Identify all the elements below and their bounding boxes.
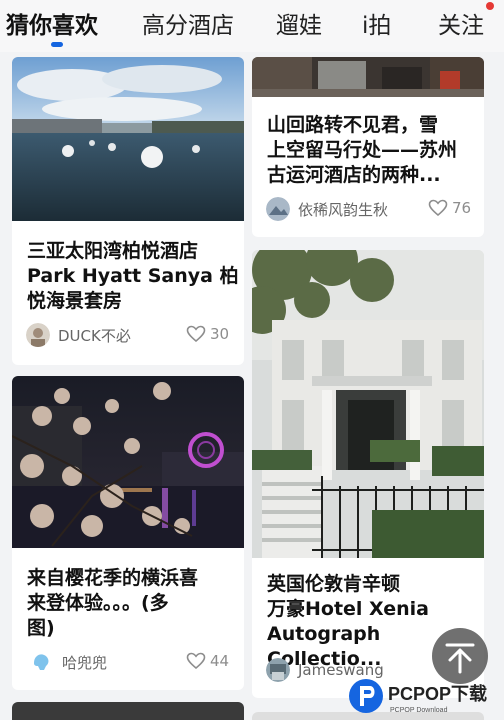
like-count: 44 (210, 652, 230, 670)
post-author[interactable]: 哈兜兜 (30, 650, 107, 674)
post-cover-image (252, 250, 484, 558)
post-cover-image (12, 376, 244, 548)
post-cover-image (252, 57, 484, 97)
heart-icon (186, 325, 206, 343)
watermark-logo: PCPOP下载 PCPOP Download (349, 679, 487, 714)
like-count: 30 (210, 325, 230, 343)
site-watermark: PCPOP下载 PCPOP Download (346, 674, 502, 718)
avatar (266, 197, 290, 221)
author-name: DUCK不必 (58, 326, 131, 345)
like-button[interactable]: 44 (186, 652, 229, 670)
avatar (30, 650, 54, 674)
watermark-brand: PCPOP下载 (388, 683, 487, 704)
tab-i-photo[interactable]: i拍 (362, 6, 391, 40)
post-author[interactable]: 依稀风韵生秋 (266, 197, 388, 221)
post-card[interactable]: 三亚太阳湾柏悦酒店 Park Hyatt Sanya 柏 悦海景套房 DUCK不… (12, 57, 244, 365)
tab-guess-you-like[interactable]: 猜你喜欢 (6, 6, 98, 40)
avatar (266, 658, 290, 682)
notification-dot (486, 2, 494, 10)
like-count: 76 (452, 199, 472, 217)
author-name: 哈兜兜 (62, 653, 108, 672)
post-cover-image (12, 57, 244, 221)
post-card[interactable] (12, 702, 244, 720)
tab-following[interactable]: 关注 (438, 6, 484, 40)
post-card[interactable]: 山回路转不见君，雪 上空留马行处——苏州 古运河酒店的两种... 依稀风韵生秋 … (252, 57, 484, 237)
top-tab-bar: 猜你喜欢 高分酒店 遛娃 i拍 关注 (0, 0, 504, 52)
like-button[interactable]: 30 (186, 325, 229, 343)
heart-icon (186, 652, 206, 670)
tab-top-rated-hotels[interactable]: 高分酒店 (142, 6, 234, 40)
like-button[interactable]: 76 (428, 199, 471, 217)
active-tab-indicator (51, 42, 63, 47)
post-title[interactable]: 山回路转不见君，雪 上空留马行处——苏州 古运河酒店的两种... (267, 113, 457, 188)
avatar (26, 323, 50, 347)
author-name: 依稀风韵生秋 (298, 200, 389, 219)
watermark-sub: PCPOP Download (390, 707, 448, 714)
post-card[interactable]: 来自樱花季的横浜喜 来登体验。。。(多 图) 哈兜兜 44 (12, 376, 244, 690)
heart-icon (428, 199, 448, 217)
post-title[interactable]: 来自樱花季的横浜喜 来登体验。。。(多 图) (27, 566, 198, 641)
post-title[interactable]: 三亚太阳湾柏悦酒店 Park Hyatt Sanya 柏 悦海景套房 (27, 239, 239, 314)
post-author[interactable]: DUCK不必 (26, 323, 131, 347)
tab-kids-outing[interactable]: 遛娃 (276, 6, 322, 40)
